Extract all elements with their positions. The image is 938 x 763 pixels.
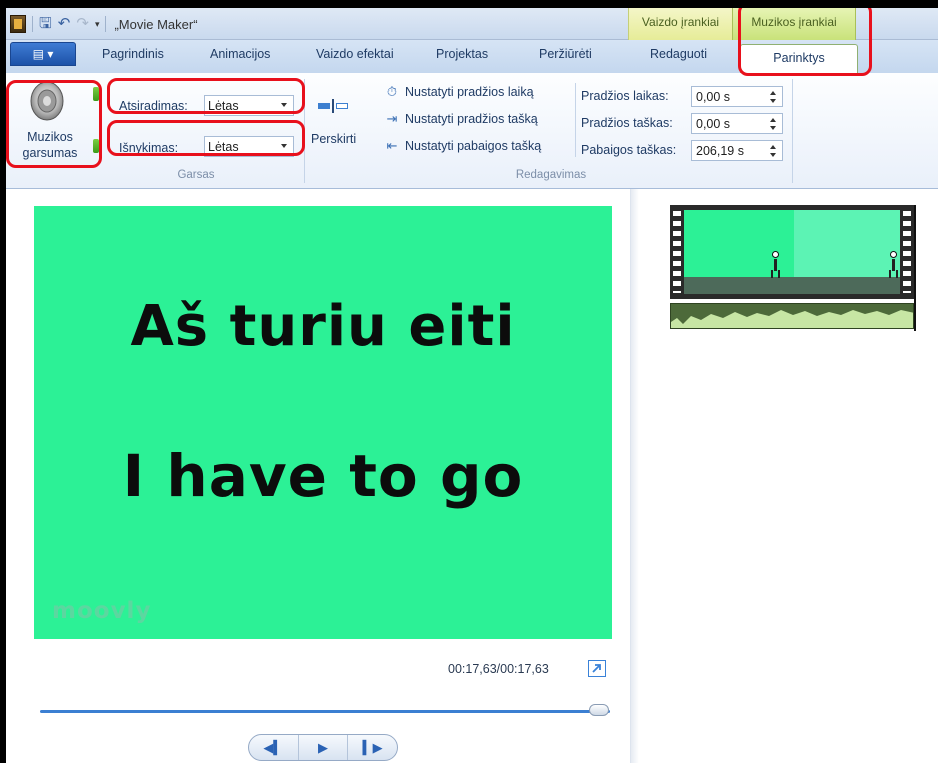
highlight-music-volume [6, 80, 102, 168]
end-point-value: 206,19 s [696, 144, 744, 158]
redo-icon[interactable]: ↷ [76, 15, 89, 33]
playhead-marker[interactable] [914, 205, 916, 331]
clip-ground [684, 277, 900, 294]
previous-frame-button[interactable]: ◀▍ [249, 735, 299, 760]
end-point-input[interactable]: 206,19 s [691, 140, 783, 161]
fullscreen-icon[interactable] [588, 660, 606, 677]
save-icon[interactable]: 🖫 [39, 15, 52, 33]
app-icon[interactable] [10, 15, 26, 33]
set-start-point-label: Nustatyti pradžios tašką [405, 112, 538, 126]
video-clip-thumbnail[interactable] [670, 205, 914, 299]
seek-bar[interactable] [40, 710, 610, 713]
split-button[interactable]: Perskirti [311, 132, 356, 146]
walking-figure-icon [770, 251, 780, 279]
film-strip-holes [903, 211, 911, 293]
tab-project[interactable]: Projektas [436, 47, 488, 61]
set-end-point-label: Nustatyti pabaigos tašką [405, 139, 542, 153]
caption-line-1: Aš turiu eiti [130, 294, 516, 359]
walking-figure-icon [888, 251, 898, 279]
spin-down-icon[interactable] [770, 99, 776, 103]
set-end-point-button[interactable]: ⇤ Nustatyti pabaigos tašką [384, 138, 542, 154]
preview-pane: Aš turiu eiti I have to go moovly 00:17,… [6, 189, 631, 763]
group-label-editing: Redagavimas [515, 169, 587, 181]
stopwatch-icon: ⏱ [386, 84, 398, 99]
spin-down-icon[interactable] [770, 126, 776, 130]
set-start-point-button[interactable]: ⇥ Nustatyti pradžios tašką [384, 111, 538, 127]
music-waveform[interactable] [670, 303, 914, 329]
film-strip-holes [673, 211, 681, 293]
screen-frame: 🖫 ↶ ↷ ▾ „Movie Maker“ Vaizdo įrankiai Mu… [0, 0, 938, 763]
end-point-label: Pabaigos taškas: [581, 143, 677, 157]
context-tab-video-tools: Vaizdo įrankiai [628, 8, 732, 40]
start-time-value: 0,00 s [696, 90, 731, 104]
start-time-input[interactable]: 0,00 s [691, 86, 783, 107]
separator [32, 16, 33, 32]
storyboard-clip[interactable] [670, 205, 916, 335]
start-point-input[interactable]: 0,00 s [691, 113, 783, 134]
file-menu-button[interactable]: ▤ ▾ [10, 42, 76, 66]
spin-up-icon[interactable] [770, 118, 776, 122]
tab-home[interactable]: Pagrindinis [102, 47, 164, 61]
workspace: Aš turiu eiti I have to go moovly 00:17,… [6, 189, 938, 763]
start-time-label: Pradžios laikas: [581, 89, 669, 103]
playback-controls: ◀▍ ▶ ▍▶ [248, 734, 398, 761]
split-icon[interactable] [318, 99, 352, 113]
play-button[interactable]: ▶ [299, 735, 349, 760]
caption-line-2: I have to go [122, 442, 524, 510]
movie-maker-window: 🖫 ↶ ↷ ▾ „Movie Maker“ Vaizdo įrankiai Mu… [6, 8, 938, 763]
next-frame-button[interactable]: ▍▶ [348, 735, 397, 760]
end-point-icon: ⇤ [386, 138, 398, 153]
highlight-fade-in [107, 78, 305, 114]
tab-view[interactable]: Peržiūrėti [539, 47, 592, 61]
tab-edit[interactable]: Redaguoti [650, 47, 707, 61]
seek-handle[interactable] [589, 704, 609, 716]
tab-visual-effects[interactable]: Vaizdo efektai [316, 47, 394, 61]
quick-access-toolbar: 🖫 ↶ ↷ ▾ „Movie Maker“ [10, 14, 198, 34]
separator [575, 83, 576, 157]
start-point-icon: ⇥ [386, 111, 398, 126]
separator [105, 16, 107, 32]
set-start-time-button[interactable]: ⏱ Nustatyti pradžios laiką [384, 84, 534, 100]
set-start-time-label: Nustatyti pradžios laiką [405, 85, 534, 99]
spin-down-icon[interactable] [770, 153, 776, 157]
spin-up-icon[interactable] [770, 145, 776, 149]
start-point-label: Pradžios taškas: [581, 116, 673, 130]
pane-divider[interactable] [631, 189, 639, 763]
time-readout: 00:17,63/00:17,63 [448, 662, 549, 676]
tab-animations[interactable]: Animacijos [210, 47, 270, 61]
undo-icon[interactable]: ↶ [58, 15, 71, 33]
highlight-fade-out [107, 120, 305, 156]
group-separator [792, 79, 793, 183]
video-preview[interactable]: Aš turiu eiti I have to go moovly [34, 206, 612, 639]
start-point-value: 0,00 s [696, 117, 731, 131]
customize-toolbar-icon[interactable]: ▾ [95, 15, 100, 33]
spin-up-icon[interactable] [770, 91, 776, 95]
window-title: „Movie Maker“ [114, 16, 198, 32]
highlight-music-tools-tab [738, 8, 872, 76]
group-label-audio: Garsas [177, 169, 215, 181]
watermark-logo: moovly [52, 598, 152, 624]
